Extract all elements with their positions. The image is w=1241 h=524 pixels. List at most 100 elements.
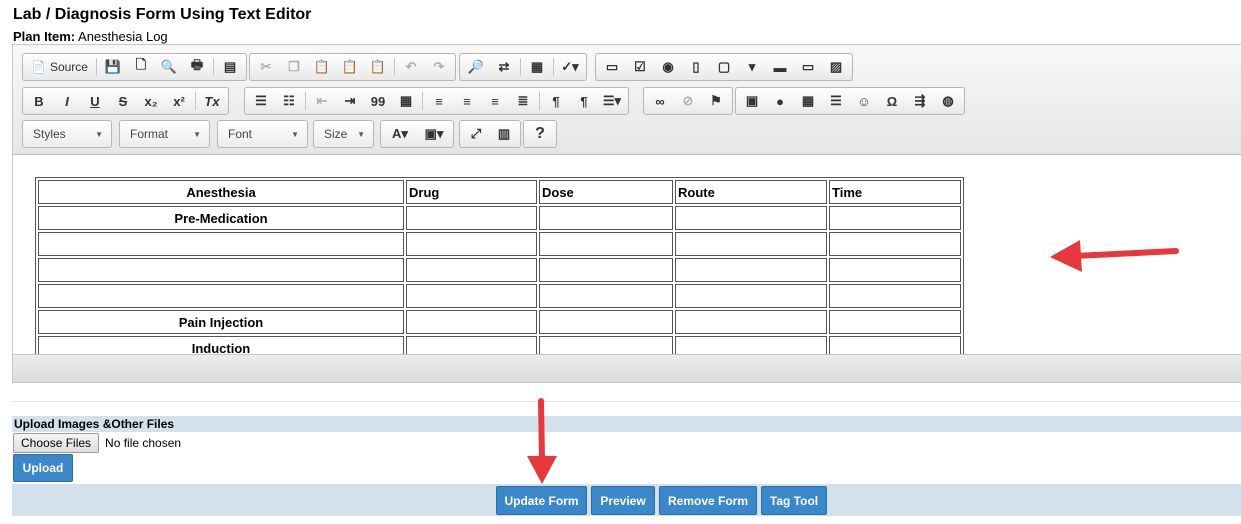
editor-content[interactable]: Anesthesia Drug Dose Route Time Pre-Medi… [13,156,1241,354]
blockquote-icon[interactable]: 99 [364,89,392,113]
table-cell[interactable] [675,336,827,354]
preview-icon[interactable]: 🔍 [155,55,183,79]
templates-icon[interactable]: ▤ [216,55,244,79]
anchor-flag-icon[interactable]: ⚑ [702,89,730,113]
choose-files-button[interactable]: Choose Files [13,433,100,453]
table-cell[interactable] [675,206,827,230]
new-page-icon[interactable]: 🗋 [127,55,155,79]
table-cell-anesthesia[interactable]: Pain Injection [38,310,404,334]
table-cell[interactable] [675,310,827,334]
create-div-icon[interactable]: ▦ [392,89,420,113]
table-cell[interactable] [829,258,961,282]
table-cell[interactable] [539,310,673,334]
table-cell[interactable] [675,232,827,256]
table-cell[interactable] [539,258,673,282]
maximize-icon[interactable]: ⤢ [462,122,490,146]
justify-icon[interactable]: ≣ [509,89,537,113]
copy-icon[interactable]: ❐ [280,55,308,79]
undo-icon[interactable]: ↶ [397,55,425,79]
special-char-icon[interactable]: Ω [878,89,906,113]
smiley-icon[interactable]: ☺ [850,89,878,113]
numbered-list-icon[interactable]: ☰ [247,89,275,113]
header-time[interactable]: Time [829,180,961,204]
page-break-icon[interactable]: ⇶ [906,89,934,113]
checkbox-icon[interactable]: ☑ [626,55,654,79]
remove-form-button[interactable]: Remove Form [659,486,757,515]
table-cell-anesthesia[interactable]: Pre-Medication [38,206,404,230]
image-button-icon[interactable]: ▭ [794,55,822,79]
cut-icon[interactable]: ✂ [252,55,280,79]
save-icon[interactable]: 💾 [99,55,127,79]
select-field-icon[interactable]: ▾ [738,55,766,79]
size-dropdown[interactable]: Size ▼ [313,120,374,148]
outdent-icon[interactable]: ⇤ [308,89,336,113]
align-left-icon[interactable]: ≡ [425,89,453,113]
iframe-globe-icon[interactable]: ◍ [934,89,962,113]
paste-icon[interactable]: 📋 [308,55,336,79]
replace-icon[interactable]: ⇄ [490,55,518,79]
form-icon[interactable]: ▭ [598,55,626,79]
table-cell[interactable] [829,284,961,308]
redo-icon[interactable]: ↷ [425,55,453,79]
source-button[interactable]: 📄 Source [25,55,94,79]
header-anesthesia[interactable]: Anesthesia [38,180,404,204]
ltr-icon[interactable]: ¶ [542,89,570,113]
remove-format-icon[interactable]: Tx [198,89,226,113]
table-cell-anesthesia[interactable] [38,284,404,308]
paste-text-icon[interactable]: 📋 [336,55,364,79]
table-cell[interactable] [829,336,961,354]
indent-icon[interactable]: ⇥ [336,89,364,113]
table-cell-anesthesia[interactable] [38,232,404,256]
superscript-icon[interactable]: x² [165,89,193,113]
table-cell[interactable] [406,232,537,256]
textarea-icon[interactable]: ▢ [710,55,738,79]
radio-icon[interactable]: ◉ [654,55,682,79]
text-field-icon[interactable]: ▯ [682,55,710,79]
text-color-icon[interactable]: A▾ [383,122,417,146]
table-cell[interactable] [539,232,673,256]
table-cell[interactable] [406,310,537,334]
flash-icon[interactable]: ● [766,89,794,113]
table-cell[interactable] [406,258,537,282]
bulleted-list-icon[interactable]: ☷ [275,89,303,113]
print-icon[interactable]: 🖶 [183,55,211,79]
table-cell[interactable] [406,206,537,230]
table-cell[interactable] [539,206,673,230]
paste-word-icon[interactable]: 📋 [364,55,392,79]
table-cell-anesthesia[interactable]: Induction [38,336,404,354]
help-icon[interactable]: ? [526,122,554,146]
header-drug[interactable]: Drug [406,180,537,204]
align-center-icon[interactable]: ≡ [453,89,481,113]
table-cell[interactable] [675,284,827,308]
table-cell[interactable] [406,284,537,308]
unlink-icon[interactable]: ⊘ [674,89,702,113]
header-route[interactable]: Route [675,180,827,204]
italic-icon[interactable]: I [53,89,81,113]
image-icon[interactable]: ▣ [738,89,766,113]
hidden-field-icon[interactable]: ▨ [822,55,850,79]
table-cell[interactable] [675,258,827,282]
format-dropdown[interactable]: Format ▼ [119,120,210,148]
background-color-icon[interactable]: ▣▾ [417,122,451,146]
table-cell[interactable] [539,284,673,308]
align-right-icon[interactable]: ≡ [481,89,509,113]
spellcheck-icon[interactable]: ✓▾ [556,55,584,79]
subscript-icon[interactable]: x₂ [137,89,165,113]
table-icon[interactable]: ▦ [794,89,822,113]
link-icon[interactable]: ∞ [646,89,674,113]
header-dose[interactable]: Dose [539,180,673,204]
table-cell[interactable] [406,336,537,354]
underline-icon[interactable]: U [81,89,109,113]
table-cell-anesthesia[interactable] [38,258,404,282]
table-cell[interactable] [829,206,961,230]
bold-icon[interactable]: B [25,89,53,113]
rtl-icon[interactable]: ¶ [570,89,598,113]
table-cell[interactable] [539,336,673,354]
show-blocks-icon[interactable]: ▥ [490,122,518,146]
strikethrough-icon[interactable]: S [109,89,137,113]
find-icon[interactable]: 🔎 [462,55,490,79]
upload-button[interactable]: Upload [13,454,73,482]
table-cell[interactable] [829,310,961,334]
button-field-icon[interactable]: ▬ [766,55,794,79]
select-all-icon[interactable]: ▦ [523,55,551,79]
